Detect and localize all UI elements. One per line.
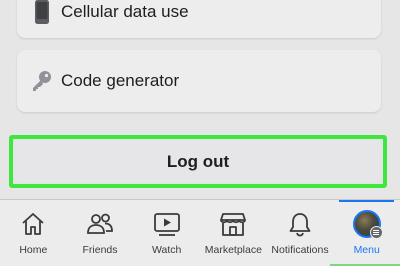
tab-notifications[interactable]: Notifications bbox=[267, 200, 334, 266]
logout-button[interactable]: Log out bbox=[14, 140, 382, 183]
tab-menu[interactable]: Menu bbox=[333, 200, 400, 266]
tab-friends[interactable]: Friends bbox=[67, 200, 134, 266]
code-generator-item[interactable]: Code generator bbox=[17, 50, 381, 112]
settings-screen: Cellular data use Code generator Log out… bbox=[0, 0, 400, 266]
friends-icon bbox=[85, 209, 115, 239]
tab-friends-label: Friends bbox=[82, 244, 118, 256]
home-icon bbox=[18, 209, 48, 239]
bell-icon bbox=[285, 209, 315, 239]
avatar-menu-icon bbox=[352, 209, 383, 239]
active-tab-indicator bbox=[339, 200, 395, 202]
menu-hamburger-icon bbox=[369, 226, 383, 239]
cellular-data-use-item[interactable]: Cellular data use bbox=[17, 0, 381, 38]
cellular-data-use-label: Cellular data use bbox=[61, 2, 189, 21]
phone-icon bbox=[27, 0, 57, 27]
key-icon bbox=[27, 66, 57, 96]
video-icon bbox=[152, 209, 182, 239]
tab-home[interactable]: Home bbox=[0, 200, 67, 266]
store-icon bbox=[218, 209, 248, 239]
avatar bbox=[352, 210, 383, 239]
tab-watch-label: Watch bbox=[151, 244, 182, 256]
tab-watch[interactable]: Watch bbox=[133, 200, 200, 266]
tab-menu-label: Menu bbox=[353, 244, 380, 256]
tab-notifications-label: Notifications bbox=[271, 244, 329, 256]
code-generator-label: Code generator bbox=[61, 71, 180, 90]
bottom-tab-bar: Home Friends Watch Marketplace Notificat… bbox=[0, 200, 400, 266]
tab-marketplace-label: Marketplace bbox=[204, 244, 262, 256]
tab-marketplace[interactable]: Marketplace bbox=[200, 200, 267, 266]
tab-home-label: Home bbox=[19, 244, 48, 256]
